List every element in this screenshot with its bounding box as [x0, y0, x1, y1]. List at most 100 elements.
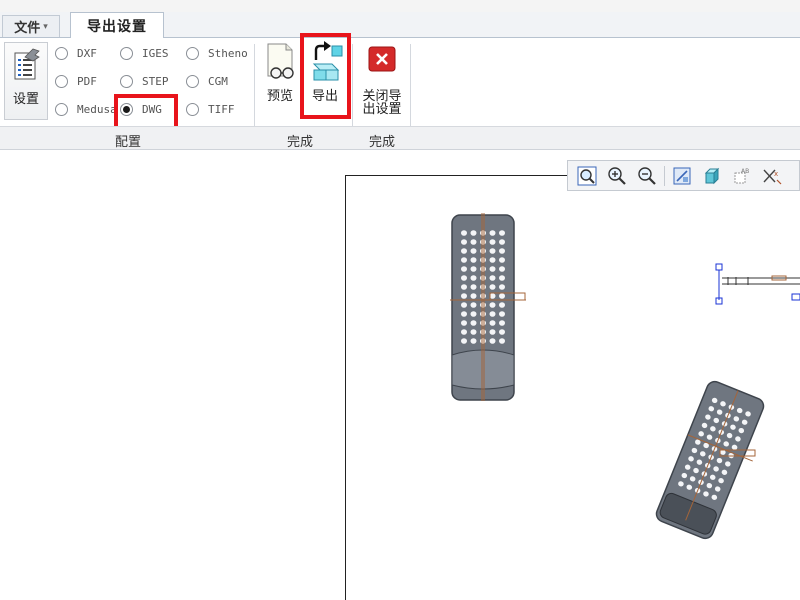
remote-button-hole: [470, 266, 477, 272]
radio-pdf[interactable]: PDF: [55, 75, 97, 88]
remote-button-hole: [489, 248, 496, 254]
group-label-done-1: 完成: [286, 135, 313, 150]
graphics-toolbar: AB x: [567, 160, 800, 191]
remote-button-hole: [461, 284, 467, 290]
radio-label-step: STEP: [142, 75, 169, 88]
preview-button[interactable]: 预览: [258, 42, 302, 122]
remote-button-hole: [489, 284, 496, 290]
zoom-in-icon[interactable]: [604, 164, 630, 188]
radio-circle: [55, 103, 68, 116]
toolbar-separator: [664, 165, 665, 186]
remote-button-hole: [480, 275, 486, 281]
radio-dxf[interactable]: DXF: [55, 47, 97, 60]
group-label-done-2: 完成: [368, 135, 395, 150]
remote-model-front-view[interactable]: [440, 205, 540, 410]
svg-text:AB: AB: [741, 168, 749, 175]
radio-label-iges: IGES: [142, 47, 169, 60]
remote-button-hole: [480, 293, 486, 299]
remote-button-hole: [461, 257, 467, 263]
remote-button-hole: [499, 320, 505, 326]
radio-circle: [120, 75, 133, 88]
remote-button-hole: [470, 338, 477, 344]
radio-circle: [186, 75, 199, 88]
remote-button-hole: [470, 293, 477, 299]
settings-button-label: 设置: [12, 92, 39, 107]
radio-iges[interactable]: IGES: [120, 47, 169, 60]
close-export-settings-button[interactable]: 关闭导 出设置: [358, 44, 406, 124]
settings-button[interactable]: 设置: [4, 42, 48, 120]
window-top-strip: [0, 0, 800, 12]
radio-label-medusa: Medusa: [77, 103, 117, 116]
remote-button-hole: [470, 329, 477, 335]
tab-export-settings[interactable]: 导出设置: [70, 12, 164, 39]
chevron-down-icon: ▾: [43, 21, 48, 32]
remote-button-hole: [480, 302, 486, 308]
radio-label-stheno: Stheno: [208, 47, 248, 60]
file-menu-tab[interactable]: 文件 ▾: [2, 15, 60, 37]
remote-button-hole: [499, 266, 505, 272]
saved-views-icon[interactable]: AB: [729, 164, 755, 188]
remote-button-hole: [489, 302, 496, 308]
repaint-icon[interactable]: [669, 164, 695, 188]
remote-button-hole: [461, 293, 467, 299]
remote-button-hole: [499, 257, 505, 263]
radio-label-tiff: TIFF: [208, 103, 235, 116]
remote-button-hole: [470, 284, 477, 290]
ribbon-group-label-row: 配置 完成 完成: [0, 126, 800, 150]
remote-button-hole: [499, 239, 505, 245]
remote-button-hole: [470, 311, 477, 317]
remote-button-hole: [489, 320, 496, 326]
radio-cgm[interactable]: CGM: [186, 75, 228, 88]
radio-circle: [120, 47, 133, 60]
remote-button-hole: [480, 329, 486, 335]
zoom-out-icon[interactable]: [634, 164, 660, 188]
preview-glasses-icon: [267, 43, 294, 79]
remote-button-hole: [461, 338, 467, 344]
remote-button-hole: [499, 329, 505, 335]
remote-button-hole: [461, 302, 467, 308]
remote-button-hole: [461, 230, 467, 236]
remote-model-iso-view[interactable]: [650, 380, 780, 540]
remote-button-hole: [489, 230, 496, 236]
remote-button-hole: [489, 239, 496, 245]
radio-medusa[interactable]: Medusa: [55, 103, 117, 116]
remote-button-hole: [499, 302, 505, 308]
radio-circle: [186, 47, 199, 60]
remote-button-hole: [480, 338, 486, 344]
remote-button-hole: [470, 302, 477, 308]
radio-label-cgm: CGM: [208, 75, 228, 88]
svg-text:x: x: [774, 170, 778, 178]
remote-button-hole: [480, 284, 486, 290]
remote-button-hole: [470, 230, 477, 236]
radio-stheno[interactable]: Stheno: [186, 47, 248, 60]
remote-button-hole: [480, 257, 486, 263]
remote-button-hole: [461, 311, 467, 317]
remote-button-hole: [470, 257, 477, 263]
zoom-fit-icon[interactable]: [574, 164, 600, 188]
datum-display-icon[interactable]: x: [759, 164, 785, 188]
remote-button-hole: [499, 311, 505, 317]
remote-button-hole: [470, 248, 477, 254]
radio-circle: [55, 47, 68, 60]
radio-step[interactable]: STEP: [120, 75, 169, 88]
remote-button-hole: [489, 266, 496, 272]
remote-button-hole: [489, 329, 496, 335]
radio-label-dxf: DXF: [77, 47, 97, 60]
remote-button-hole: [499, 230, 505, 236]
file-menu-label: 文件: [14, 21, 41, 36]
remote-button-hole: [461, 320, 467, 326]
remote-button-hole: [470, 275, 477, 281]
remote-model-side-view[interactable]: [712, 260, 800, 310]
radio-label-pdf: PDF: [77, 75, 97, 88]
remote-button-hole: [499, 248, 505, 254]
remote-button-hole: [480, 266, 486, 272]
remote-button-hole: [489, 338, 496, 344]
settings-sheet-icon: [14, 48, 40, 80]
display-style-icon[interactable]: [699, 164, 725, 188]
ribbon-tab-row: 文件 ▾ 导出设置: [0, 12, 800, 39]
remote-button-hole: [489, 257, 496, 263]
remote-button-hole: [480, 311, 486, 317]
radio-tiff[interactable]: TIFF: [186, 103, 235, 116]
remote-button-hole: [461, 239, 467, 245]
remote-button-hole: [461, 248, 467, 254]
